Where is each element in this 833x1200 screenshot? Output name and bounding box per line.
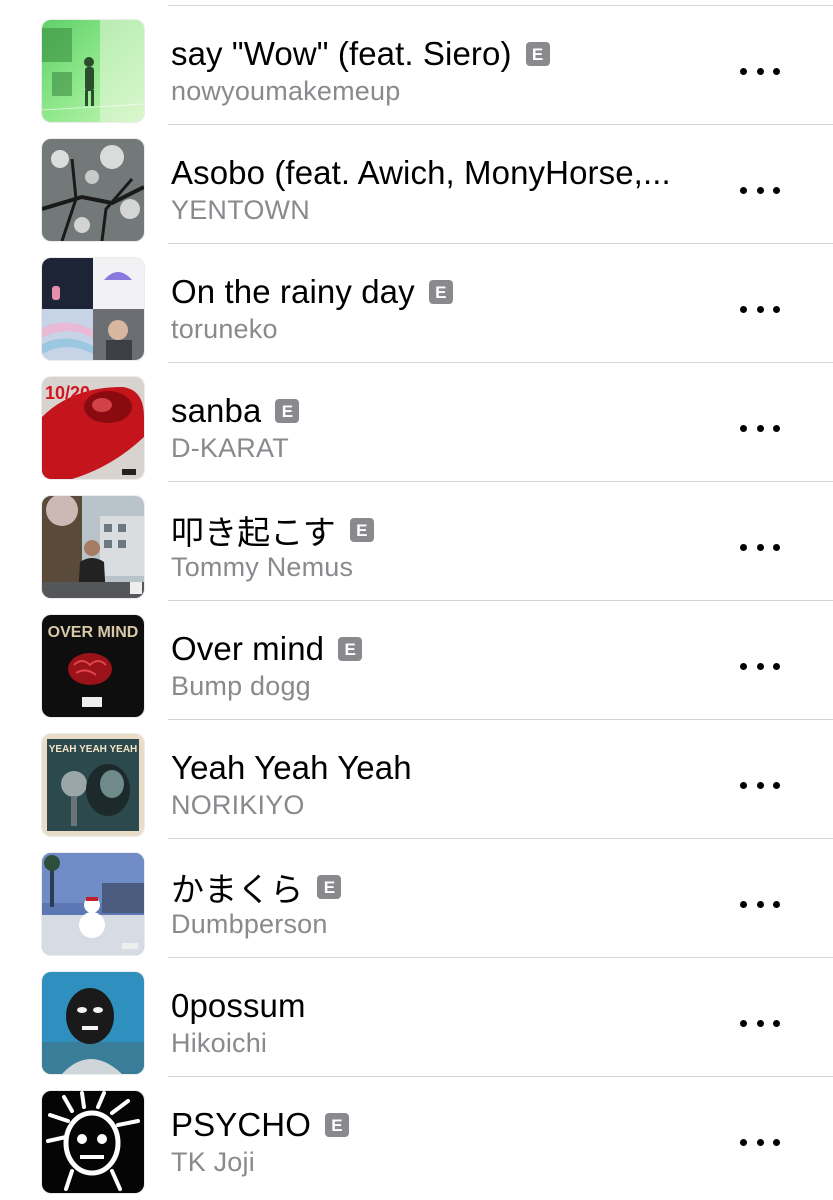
album-art-street-portrait-icon (42, 496, 144, 598)
more-options-icon[interactable] (740, 173, 780, 207)
more-options-icon[interactable] (740, 768, 780, 802)
explicit-badge: E (317, 875, 342, 899)
explicit-badge: E (349, 518, 374, 542)
explicit-badge: E (275, 399, 300, 423)
song-title: sanba (171, 392, 262, 429)
song-row[interactable]: 0possum Hikoichi (0, 958, 833, 1077)
song-artist: Bump dogg (171, 671, 311, 701)
song-artist: D-KARAT (171, 433, 289, 463)
cover-text: 10/20 (45, 383, 90, 403)
more-options-icon[interactable] (740, 530, 780, 564)
song-row[interactable]: 叩き起こす E Tommy Nemus (0, 482, 833, 601)
album-art-green-figure-icon (42, 20, 144, 122)
album-art-collage-icon (42, 258, 144, 360)
song-row[interactable]: say "Wow" (feat. Siero) E nowyoumakemeup (0, 6, 833, 125)
album-art-snowman-icon (42, 853, 144, 955)
song-title: PSYCHO (171, 1106, 311, 1143)
more-options-icon[interactable] (740, 411, 780, 445)
song-title: On the rainy day (171, 273, 415, 310)
cover-text: YEAH YEAH YEAH (49, 744, 138, 755)
album-art-red-bottle-icon: 10/20 (42, 377, 144, 479)
song-row[interactable]: かまくら E Dumbperson (0, 839, 833, 958)
song-row[interactable]: 10/20 sanba E D-KARAT (0, 363, 833, 482)
explicit-badge: E (324, 1113, 349, 1137)
song-artist: NORIKIYO (171, 790, 305, 820)
song-artist: Dumbperson (171, 909, 328, 939)
explicit-badge: E (338, 637, 363, 661)
album-art-white-sketch-icon (42, 1091, 144, 1193)
more-options-icon[interactable] (740, 1006, 780, 1040)
song-row[interactable]: PSYCHO E TK Joji (0, 1077, 833, 1196)
song-title: Over mind (171, 630, 325, 667)
song-title: Asobo (feat. Awich, MonyHorse,... (171, 154, 671, 191)
album-art-masked-face-icon (42, 972, 144, 1074)
song-title: かまくら (171, 871, 304, 908)
song-title: 叩き起こす (171, 514, 336, 551)
song-artist: YENTOWN (171, 195, 310, 225)
song-artist: nowyoumakemeup (171, 76, 401, 106)
cover-text: OVER MIND (48, 624, 139, 641)
more-options-icon[interactable] (740, 54, 780, 88)
more-options-icon[interactable] (740, 649, 780, 683)
more-options-icon[interactable] (740, 1125, 780, 1159)
song-row[interactable]: YEAH YEAH YEAH Yeah Yeah Yeah NORIKIYO (0, 720, 833, 839)
album-art-cherry-blossom-icon (42, 139, 144, 241)
song-artist: toruneko (171, 314, 278, 344)
song-title: say "Wow" (feat. Siero) (171, 35, 512, 72)
song-artist: TK Joji (171, 1147, 255, 1177)
explicit-badge: E (428, 280, 453, 304)
song-row[interactable]: Asobo (feat. Awich, MonyHorse,... YENTOW… (0, 125, 833, 244)
song-artist: Hikoichi (171, 1028, 268, 1058)
song-list: say "Wow" (feat. Siero) E nowyoumakemeup (0, 0, 833, 1200)
song-row[interactable]: On the rainy day E toruneko (0, 244, 833, 363)
album-art-red-brain-icon: OVER MIND (42, 615, 144, 717)
song-row[interactable]: OVER MIND Over mind E Bump dogg (0, 601, 833, 720)
album-art-microphone-icon: YEAH YEAH YEAH (42, 734, 144, 836)
more-options-icon[interactable] (740, 292, 780, 326)
song-title: Yeah Yeah Yeah (171, 749, 412, 786)
explicit-badge: E (525, 42, 550, 66)
song-title: 0possum (171, 987, 306, 1024)
more-options-icon[interactable] (740, 887, 780, 921)
song-artist: Tommy Nemus (171, 552, 354, 582)
